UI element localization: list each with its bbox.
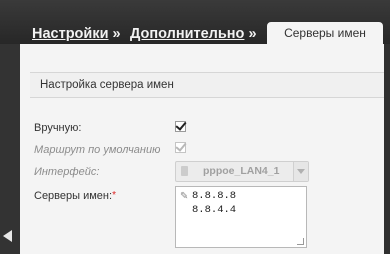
breadcrumb-separator: » bbox=[244, 26, 257, 42]
breadcrumb-advanced: Дополнительно » bbox=[130, 26, 257, 42]
manual-label: Вручную: bbox=[34, 122, 82, 134]
top-bar: Настройки » Дополнительно » Серверы имен bbox=[0, 0, 390, 44]
lock-icon bbox=[181, 166, 188, 176]
pencil-icon: ✎ bbox=[180, 191, 189, 202]
checkmark-icon bbox=[175, 140, 187, 152]
name-server-line: 8.8.4.4 bbox=[192, 204, 237, 216]
interface-select[interactable]: pppoe_LAN4_1 bbox=[175, 161, 309, 182]
tab-name-servers[interactable]: Серверы имен bbox=[267, 22, 383, 44]
manual-checkbox[interactable] bbox=[175, 119, 187, 132]
breadcrumb-separator: » bbox=[108, 26, 121, 42]
default-route-label: Маршрут по умолчанию bbox=[34, 144, 161, 156]
breadcrumb-link-settings[interactable]: Настройки bbox=[32, 26, 109, 42]
name-server-line: 8.8.8.8 bbox=[192, 190, 237, 202]
name-servers-textarea[interactable]: ✎ 8.8.8.8 8.8.4.4 bbox=[175, 186, 307, 248]
left-rail bbox=[0, 44, 20, 254]
collapse-arrow-icon[interactable] bbox=[3, 230, 12, 242]
section-header: Настройка сервера имен bbox=[30, 72, 384, 98]
interface-value: pppoe_LAN4_1 bbox=[203, 165, 280, 177]
breadcrumb-settings: Настройки » bbox=[32, 26, 121, 42]
resize-grip-icon[interactable] bbox=[297, 238, 304, 245]
required-mark: * bbox=[112, 190, 116, 201]
section-title: Настройка сервера имен bbox=[40, 79, 174, 91]
chevron-down-icon[interactable] bbox=[293, 162, 308, 181]
interface-label: Интерфейс: bbox=[34, 166, 100, 178]
name-servers-label: Серверы имен:* bbox=[34, 190, 116, 202]
checkmark-icon bbox=[175, 119, 187, 131]
breadcrumb-link-advanced[interactable]: Дополнительно bbox=[130, 26, 244, 42]
default-route-checkbox[interactable] bbox=[175, 140, 187, 153]
content-panel: Настройка сервера имен Вручную: Маршрут … bbox=[20, 44, 384, 254]
name-servers-label-text: Серверы имен: bbox=[34, 190, 113, 202]
